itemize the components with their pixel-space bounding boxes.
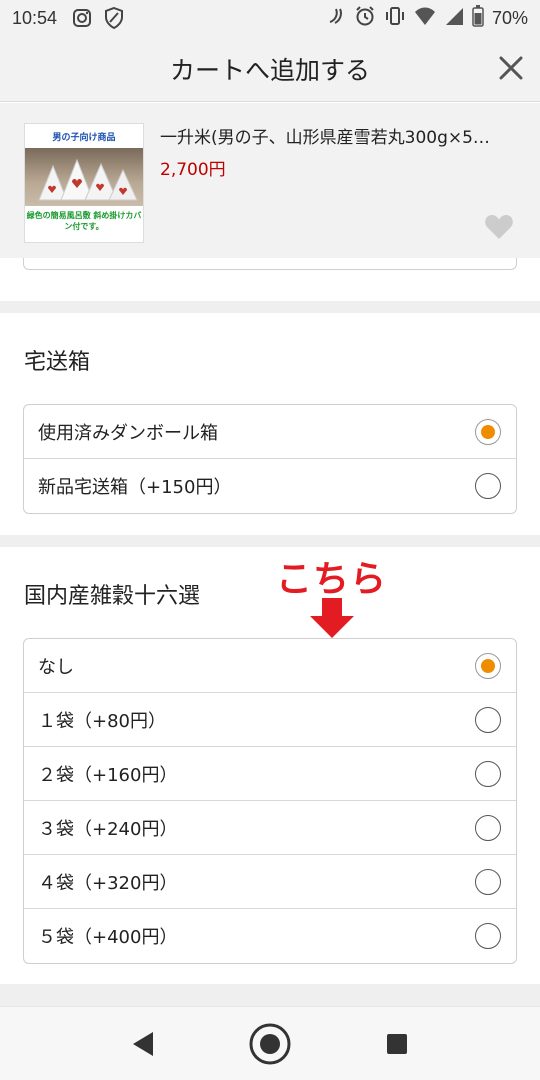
option-label: ２袋（+160円） [38, 764, 178, 786]
radio-button[interactable] [475, 653, 501, 679]
option-label: 新品宅送箱（+150円） [38, 477, 232, 498]
heart-icon[interactable] [484, 213, 514, 241]
option-4-bags[interactable]: ４袋（+320円） [24, 855, 516, 909]
battery-icon [472, 4, 484, 32]
option-label: ５袋（+400円） [38, 927, 178, 948]
annotation-label: こちら [276, 559, 388, 600]
status-bar: 10:54 70% [0, 0, 540, 36]
battery-percent: 70% [491, 7, 528, 28]
section-title-box: 宅送箱 [24, 350, 91, 375]
recents-icon[interactable] [375, 1022, 419, 1066]
radio-button[interactable] [475, 761, 501, 787]
signal-icon [444, 6, 464, 31]
section-divider [0, 984, 540, 1006]
option-1-bag[interactable]: １袋（+80円） [24, 693, 516, 747]
wifi-icon [414, 6, 436, 31]
option-2-bags[interactable]: ２袋（+160円） [24, 747, 516, 801]
option-group-box: 使用済みダンボール箱 新品宅送箱（+150円） [23, 404, 517, 514]
option-label: ４袋（+320円） [38, 872, 178, 894]
option-label: １袋（+80円） [38, 710, 166, 732]
section-title-grains: 国内産雑穀十六選 [24, 584, 201, 609]
section-divider [0, 535, 540, 547]
home-icon[interactable] [248, 1022, 292, 1066]
options-scroll-area[interactable]: 宅送箱 使用済みダンボール箱 新品宅送箱（+150円） こちら 国内産雑穀十六選… [0, 258, 540, 1006]
arrow-down-icon [310, 598, 354, 638]
thumbnail-top-text: 男の子向け商品 [52, 133, 116, 143]
radio-button[interactable] [475, 707, 501, 733]
option-none[interactable]: なし [24, 639, 516, 693]
radio-button[interactable] [475, 923, 501, 949]
product-price: 2,700円 [160, 160, 226, 180]
radio-button[interactable] [475, 815, 501, 841]
page-title: カートへ追加する [169, 55, 370, 85]
section-divider [0, 301, 540, 313]
shield-icon [103, 7, 125, 29]
option-5-bags[interactable]: ５袋（+400円） [24, 909, 516, 963]
product-summary: 男の子向け商品 緑色の簡易風呂敷 斜め掛けカバン付です。 一升米(男の子、山形県… [0, 103, 540, 258]
back-icon[interactable] [121, 1022, 165, 1066]
instagram-icon [71, 7, 93, 29]
thumbnail-bottom-text: 緑色の簡易風呂敷 斜め掛けカバン付です。 [26, 211, 142, 231]
radio-button[interactable] [475, 419, 501, 445]
vibrate-icon [384, 5, 406, 32]
navigation-bar [0, 1006, 540, 1080]
product-thumbnail: 男の子向け商品 緑色の簡易風呂敷 斜め掛けカバン付です。 [24, 123, 144, 243]
option-3-bags[interactable]: ３袋（+240円） [24, 801, 516, 855]
status-time: 10:54 [12, 7, 58, 28]
option-new-box[interactable]: 新品宅送箱（+150円） [24, 459, 516, 513]
option-label: 使用済みダンボール箱 [38, 422, 218, 444]
option-label: なし [38, 656, 74, 678]
radio-button[interactable] [475, 869, 501, 895]
radio-button[interactable] [475, 473, 501, 499]
product-name: 一升米(男の子、山形県産雪若丸300g×5… [160, 128, 490, 148]
previous-option-group [23, 258, 517, 270]
option-used-box[interactable]: 使用済みダンボール箱 [24, 405, 516, 459]
thumbnail-photo [25, 148, 143, 206]
modal-header: カートへ追加する [0, 36, 540, 102]
nfc-icon [326, 6, 346, 31]
option-group-grains: なし １袋（+80円） ２袋（+160円） ３袋（+240円） ４袋（+320円… [23, 638, 517, 964]
alarm-icon [354, 5, 376, 32]
option-label: ３袋（+240円） [38, 818, 178, 840]
close-icon[interactable] [496, 53, 526, 83]
